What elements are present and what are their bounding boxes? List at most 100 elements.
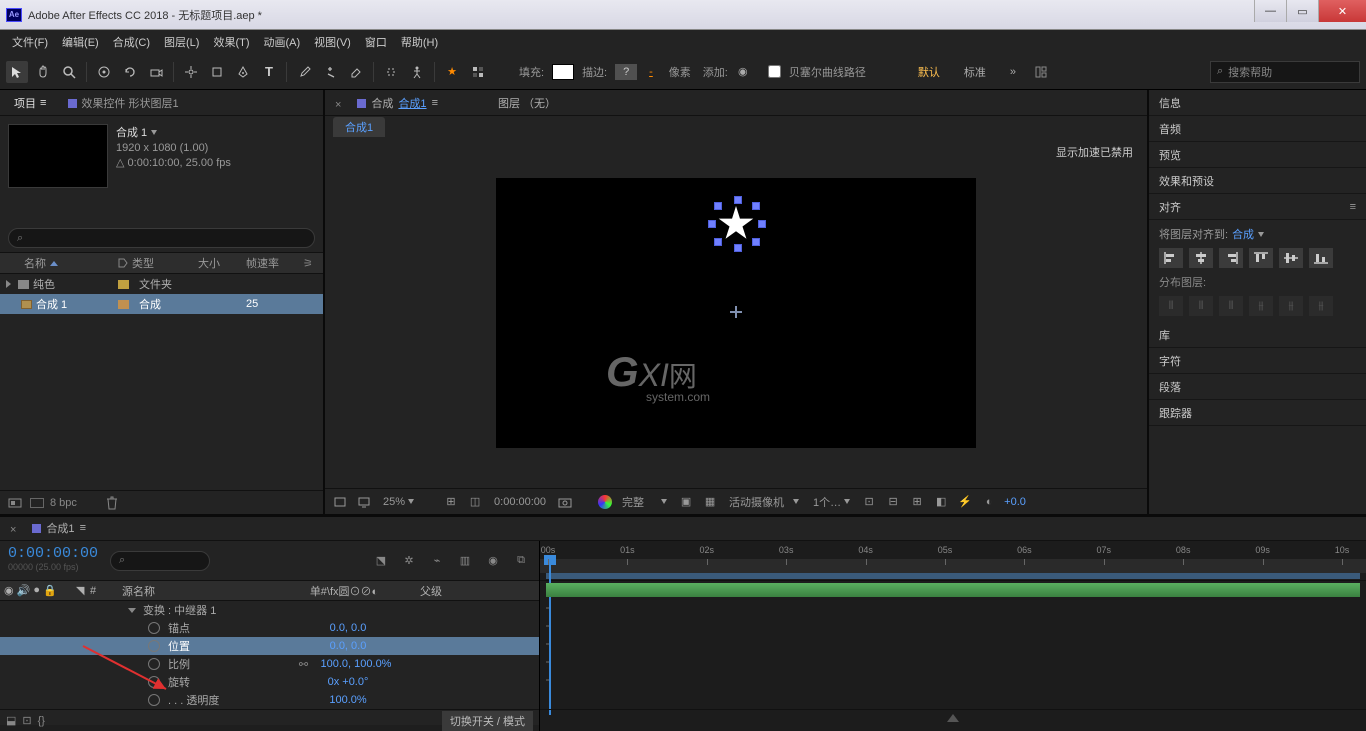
- close-button[interactable]: ✕: [1318, 0, 1366, 22]
- position-value[interactable]: 0.0, 0.0: [322, 640, 367, 652]
- menu-layer[interactable]: 图层(L): [158, 31, 205, 53]
- timeline-close-icon[interactable]: ×: [4, 520, 22, 540]
- zoom-select[interactable]: 25%: [379, 496, 418, 508]
- snapshot-icon[interactable]: [556, 493, 574, 511]
- effect-controls-tab[interactable]: 效果控件 形状图层1: [58, 91, 188, 115]
- composition-canvas[interactable]: GXI网 system.com: [496, 178, 976, 448]
- selection-handle[interactable]: [734, 196, 742, 204]
- text-tool-icon[interactable]: T: [258, 61, 280, 83]
- anchor-point-row[interactable]: 锚点 0.0, 0.0: [0, 619, 539, 637]
- col-source-name[interactable]: 源名称: [118, 583, 274, 599]
- align-right-icon[interactable]: [1219, 248, 1243, 268]
- align-to-select[interactable]: 合成: [1232, 226, 1254, 242]
- menu-file[interactable]: 文件(F): [6, 31, 54, 53]
- pen-tool-icon[interactable]: [232, 61, 254, 83]
- audio-col-icon[interactable]: 🔊: [17, 584, 31, 597]
- expand-icon[interactable]: [6, 280, 11, 288]
- grid-icon[interactable]: ⊞: [442, 493, 460, 511]
- selection-handle[interactable]: [714, 202, 722, 210]
- menu-view[interactable]: 视图(V): [308, 31, 357, 53]
- zoom-tool-icon[interactable]: [58, 61, 80, 83]
- stopwatch-icon[interactable]: [148, 640, 160, 652]
- tl-foot-icon2[interactable]: ⊡: [22, 714, 31, 727]
- roi-icon[interactable]: ▣: [677, 493, 695, 511]
- fill-swatch[interactable]: [552, 64, 574, 80]
- workspace-more[interactable]: »: [1010, 66, 1016, 78]
- exposure-value[interactable]: +0.0: [1004, 496, 1026, 508]
- col-type[interactable]: 类型: [132, 255, 154, 271]
- current-time-indicator[interactable]: [544, 555, 556, 577]
- eraser-tool-icon[interactable]: [345, 61, 367, 83]
- hand-tool-icon[interactable]: [32, 61, 54, 83]
- align-panel-header[interactable]: 对齐≡: [1149, 194, 1366, 220]
- time-ruler[interactable]: 00s01s02s03s04s05s06s07s08s09s10s: [540, 541, 1366, 581]
- project-tab[interactable]: 项目 ≡: [4, 91, 56, 115]
- view2-icon[interactable]: ⊟: [884, 493, 902, 511]
- position-row[interactable]: 位置 0.0, 0.0: [0, 637, 539, 655]
- align-vcenter-icon[interactable]: [1279, 248, 1303, 268]
- exposure-reset-icon[interactable]: ◐: [980, 493, 998, 511]
- shy-icon[interactable]: ⌁: [425, 550, 449, 572]
- monitor-icon[interactable]: [355, 493, 373, 511]
- comp-thumbnail[interactable]: [8, 124, 108, 188]
- interpret-icon[interactable]: [6, 495, 24, 511]
- add-menu-icon[interactable]: ◉: [736, 61, 750, 83]
- menu-window[interactable]: 窗口: [359, 31, 393, 53]
- align-bottom-icon[interactable]: [1309, 248, 1333, 268]
- graph-editor-icon[interactable]: ⧉: [509, 550, 533, 572]
- camera-select[interactable]: 活动摄像机: [725, 494, 803, 510]
- timeline-tab[interactable]: 合成1 ≡: [22, 516, 96, 540]
- link-icon[interactable]: ⚯: [297, 658, 311, 671]
- project-search[interactable]: ⌕: [8, 228, 315, 248]
- scale-value[interactable]: 100.0, 100.0%: [313, 658, 392, 671]
- selection-handle[interactable]: [758, 220, 766, 228]
- preview-panel-header[interactable]: 预览: [1149, 142, 1366, 168]
- stopwatch-icon[interactable]: [148, 676, 160, 688]
- panel-menu-icon[interactable]: ≡: [1350, 201, 1356, 213]
- workspace-standard[interactable]: 标准: [964, 64, 986, 80]
- stroke-swatch[interactable]: [615, 64, 637, 80]
- pixel-aspect-icon[interactable]: ◧: [932, 493, 950, 511]
- bpc-label[interactable]: 8 bpc: [50, 497, 77, 509]
- align-hcenter-icon[interactable]: [1189, 248, 1213, 268]
- shape-layer-star[interactable]: [718, 206, 754, 242]
- camera-tool-icon[interactable]: [145, 61, 167, 83]
- col-size[interactable]: 大小: [198, 255, 246, 271]
- info-panel-header[interactable]: 信息: [1149, 90, 1366, 116]
- view3-icon[interactable]: ⊞: [908, 493, 926, 511]
- workspace-default[interactable]: 默认: [918, 64, 940, 80]
- rotate-tool-icon[interactable]: [119, 61, 141, 83]
- opacity-value[interactable]: 100.0%: [321, 694, 366, 706]
- timeline-search[interactable]: ⌕: [110, 551, 210, 571]
- video-col-icon[interactable]: ◉: [4, 584, 14, 597]
- channel-icon[interactable]: [598, 495, 612, 509]
- col-switches[interactable]: 单#\fx圆⊙⊘◐: [274, 583, 414, 599]
- layer-bar[interactable]: [546, 583, 1360, 597]
- effects-panel-header[interactable]: 效果和预设: [1149, 168, 1366, 194]
- selection-handle[interactable]: [734, 244, 742, 252]
- fast-preview-icon[interactable]: ⚡: [956, 493, 974, 511]
- tl-foot-icon1[interactable]: ⬓: [6, 714, 16, 727]
- project-item-comp[interactable]: 合成 1 合成 25: [0, 294, 323, 314]
- viewer-tab[interactable]: 合成 合成1 ≡: [347, 91, 448, 115]
- orbit-tool-icon[interactable]: [93, 61, 115, 83]
- col-fps[interactable]: 帧速率: [246, 255, 303, 271]
- lock-col-icon[interactable]: 🔒: [43, 584, 57, 597]
- audio-panel-header[interactable]: 音频: [1149, 116, 1366, 142]
- menu-edit[interactable]: 编辑(E): [56, 31, 105, 53]
- menu-effect[interactable]: 效果(T): [207, 31, 255, 53]
- star-tool-icon[interactable]: ★: [441, 61, 463, 83]
- viewer-close-icon[interactable]: ×: [329, 95, 347, 115]
- bezier-checkbox[interactable]: [768, 65, 781, 78]
- work-area-bar[interactable]: [546, 573, 1360, 579]
- maximize-button[interactable]: ▭: [1286, 0, 1318, 22]
- puppet-tool-icon[interactable]: [406, 61, 428, 83]
- layer-tab[interactable]: 图层 （无）: [488, 91, 566, 115]
- motion-blur-icon[interactable]: ◉: [481, 550, 505, 572]
- shape-tool-icon[interactable]: [206, 61, 228, 83]
- rotation-value[interactable]: 0x +0.0°: [320, 676, 369, 688]
- frame-blend-icon[interactable]: ▥: [453, 550, 477, 572]
- stroke-width[interactable]: -: [649, 66, 653, 78]
- roto-tool-icon[interactable]: [380, 61, 402, 83]
- menu-composition[interactable]: 合成(C): [107, 31, 156, 53]
